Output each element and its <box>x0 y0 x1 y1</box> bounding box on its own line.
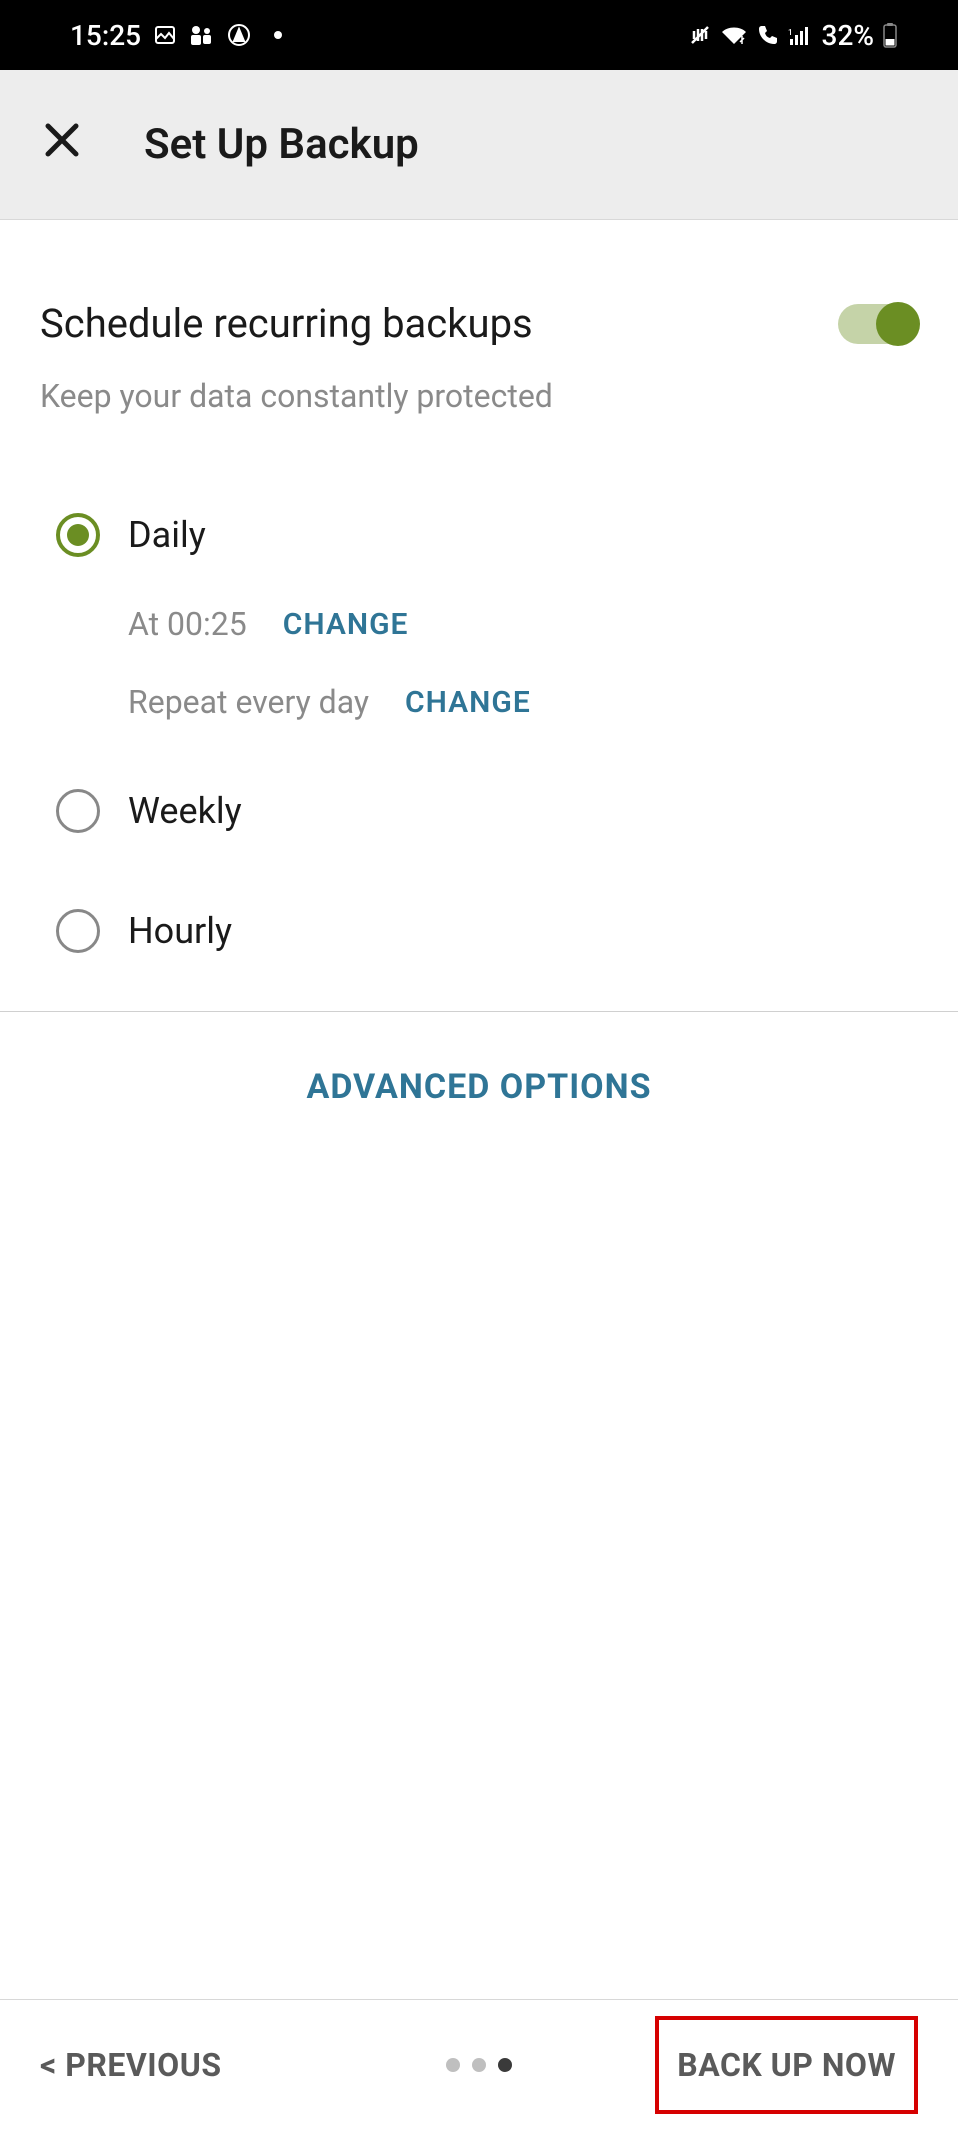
image-icon <box>153 23 177 47</box>
battery-percent: 32% <box>822 19 874 52</box>
schedule-toggle[interactable] <box>838 304 918 344</box>
close-icon[interactable] <box>40 118 84 171</box>
app-header: Set Up Backup <box>0 70 958 220</box>
svg-text:1: 1 <box>788 28 793 37</box>
daily-details: At 00:25 CHANGE Repeat every day CHANGE <box>128 605 918 721</box>
radio-label-hourly: Hourly <box>128 910 232 952</box>
radio-daily[interactable]: Daily <box>56 505 918 565</box>
radio-inner <box>67 524 89 546</box>
status-bar: 15:25 1 32% <box>0 0 958 70</box>
change-time-button[interactable]: CHANGE <box>283 607 409 642</box>
vibrate-icon <box>688 23 712 47</box>
status-left: 15:25 <box>70 19 283 52</box>
radio-circle-daily <box>56 513 100 557</box>
schedule-title: Schedule recurring backups <box>40 300 533 347</box>
daily-time-row: At 00:25 CHANGE <box>128 605 918 643</box>
page-dots <box>446 2058 512 2072</box>
daily-time-text: At 00:25 <box>128 605 247 643</box>
content: Schedule recurring backups Keep your dat… <box>0 220 958 1162</box>
advanced-options-row: ADVANCED OPTIONS <box>40 1012 918 1162</box>
app-icon <box>227 23 251 47</box>
footer: < PREVIOUS BACK UP NOW <box>0 1999 958 2129</box>
radio-circle-hourly <box>56 909 100 953</box>
previous-button[interactable]: < PREVIOUS <box>40 2046 222 2084</box>
page-title: Set Up Backup <box>144 120 419 169</box>
schedule-header: Schedule recurring backups <box>40 300 918 347</box>
wifi-icon <box>720 24 748 46</box>
radio-label-daily: Daily <box>128 514 206 556</box>
dot-icon <box>273 30 283 40</box>
radio-label-weekly: Weekly <box>128 790 242 832</box>
page-dot-2 <box>472 2058 486 2072</box>
radio-hourly[interactable]: Hourly <box>56 901 918 961</box>
toggle-knob <box>876 302 920 346</box>
page-dot-1 <box>446 2058 460 2072</box>
change-repeat-button[interactable]: CHANGE <box>405 685 531 720</box>
daily-repeat-text: Repeat every day <box>128 683 369 721</box>
signal-icon: 1 <box>788 25 814 45</box>
radio-circle-weekly <box>56 789 100 833</box>
status-time: 15:25 <box>70 19 141 52</box>
schedule-subtitle: Keep your data constantly protected <box>40 377 918 415</box>
daily-repeat-row: Repeat every day CHANGE <box>128 683 918 721</box>
backup-now-button[interactable]: BACK UP NOW <box>655 2016 918 2114</box>
radio-group: Daily At 00:25 CHANGE Repeat every day C… <box>40 505 918 961</box>
battery-icon <box>882 22 898 48</box>
call-icon <box>756 23 780 47</box>
radio-weekly[interactable]: Weekly <box>56 781 918 841</box>
teams-icon <box>189 23 215 47</box>
status-right: 1 32% <box>688 19 898 52</box>
page-dot-3 <box>498 2058 512 2072</box>
advanced-options-button[interactable]: ADVANCED OPTIONS <box>306 1067 651 1107</box>
